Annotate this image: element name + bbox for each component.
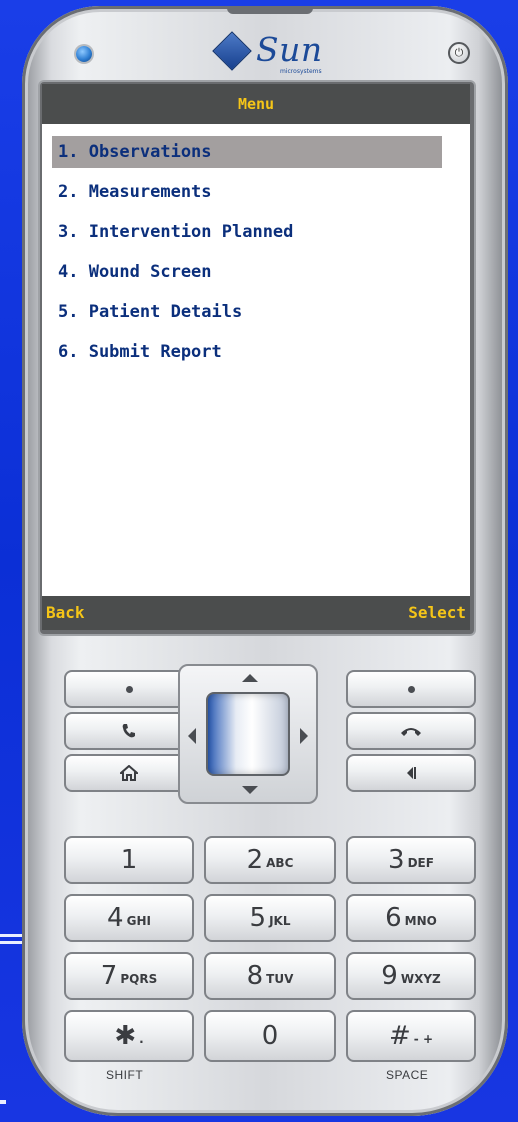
home-button[interactable] xyxy=(64,754,194,792)
sun-logo-icon xyxy=(212,31,252,71)
screen-title: Menu xyxy=(237,95,275,113)
menu-item-patient-details[interactable]: 5. Patient Details xyxy=(52,296,442,328)
key-8[interactable]: 8 TUV xyxy=(204,952,336,1000)
sun-logo: Sun microsystems xyxy=(208,28,338,84)
key-6-letters: MNO xyxy=(404,914,437,928)
key-star[interactable]: ✱ . xyxy=(64,1010,194,1062)
dot-icon xyxy=(125,685,133,693)
key-hash-sub: - + xyxy=(413,1032,433,1046)
softkey-select[interactable]: Select xyxy=(408,596,466,630)
brand-name: Sun xyxy=(256,30,323,69)
key-9-number: 9 xyxy=(381,961,398,991)
background-mark xyxy=(0,934,22,937)
navigation-pad[interactable] xyxy=(178,664,318,804)
phone-end-icon xyxy=(401,728,421,736)
shift-label: SHIFT xyxy=(106,1068,144,1082)
key-8-letters: TUV xyxy=(266,972,294,986)
screen-title-bar: Menu xyxy=(42,84,470,124)
menu-item-intervention-planned[interactable]: 3. Intervention Planned xyxy=(52,216,442,248)
brand-subtitle: microsystems xyxy=(280,68,322,75)
key-7[interactable]: 7 PQRS xyxy=(64,952,194,1000)
key-4[interactable]: 4 GHI xyxy=(64,894,194,942)
key-1-number: 1 xyxy=(120,845,138,875)
key-2[interactable]: 2 ABC xyxy=(204,836,336,884)
menu-item-measurements[interactable]: 2. Measurements xyxy=(52,176,442,208)
key-9[interactable]: 9 WXYZ xyxy=(346,952,476,1000)
key-9-letters: WXYZ xyxy=(400,972,441,986)
menu-item-observations[interactable]: 1. Observations xyxy=(52,136,442,168)
call-button[interactable] xyxy=(64,712,194,750)
nav-down-arrow-icon[interactable] xyxy=(242,786,258,794)
phone-top-slot xyxy=(227,6,313,14)
end-call-button[interactable] xyxy=(346,712,476,750)
nav-left-arrow-icon[interactable] xyxy=(188,728,196,744)
power-icon: ⏻ xyxy=(454,46,464,59)
home-icon xyxy=(120,765,138,781)
key-1[interactable]: 1 xyxy=(64,836,194,884)
menu-item-submit-report[interactable]: 6. Submit Report xyxy=(52,336,442,368)
key-0-number: 0 xyxy=(261,1021,279,1051)
nav-right-arrow-icon[interactable] xyxy=(300,728,308,744)
right-softkey-button[interactable] xyxy=(346,670,476,708)
key-8-number: 8 xyxy=(246,961,264,991)
menu-item-wound-screen[interactable]: 4. Wound Screen xyxy=(52,256,442,288)
nav-select-button[interactable] xyxy=(206,692,290,776)
key-7-number: 7 xyxy=(100,961,118,991)
phone-screen: Menu 1. Observations 2. Measurements 3. … xyxy=(42,84,470,630)
softkey-bar: Back Select xyxy=(42,596,470,630)
nav-up-arrow-icon[interactable] xyxy=(242,674,258,682)
key-4-number: 4 xyxy=(107,903,124,933)
key-3-letters: DEF xyxy=(407,856,434,870)
key-star-sub: . xyxy=(139,1032,144,1046)
key-star-symbol: ✱ xyxy=(114,1021,137,1051)
space-label: SPACE xyxy=(386,1068,429,1082)
key-3-number: 3 xyxy=(388,845,405,875)
key-hash-symbol: # xyxy=(388,1021,411,1051)
key-0[interactable]: 0 xyxy=(204,1010,336,1062)
background-mark xyxy=(0,941,22,944)
left-softkey-button[interactable] xyxy=(64,670,194,708)
key-4-letters: GHI xyxy=(126,914,151,928)
clear-button[interactable] xyxy=(346,754,476,792)
softkey-back[interactable]: Back xyxy=(46,596,85,630)
power-button[interactable]: ⏻ xyxy=(448,42,470,64)
key-3[interactable]: 3 DEF xyxy=(346,836,476,884)
phone-call-icon xyxy=(122,724,135,738)
key-6[interactable]: 6 MNO xyxy=(346,894,476,942)
key-2-letters: ABC xyxy=(266,856,294,870)
key-5[interactable]: 5 JKL xyxy=(204,894,336,942)
status-led-icon xyxy=(76,46,92,62)
key-2-number: 2 xyxy=(246,845,264,875)
background-mark xyxy=(0,1100,6,1104)
key-7-letters: PQRS xyxy=(120,972,158,986)
backspace-icon xyxy=(407,767,416,779)
key-5-number: 5 xyxy=(249,903,267,933)
key-6-number: 6 xyxy=(385,903,402,933)
key-hash[interactable]: # - + xyxy=(346,1010,476,1062)
key-5-letters: JKL xyxy=(269,914,291,928)
dot-icon xyxy=(407,685,415,693)
